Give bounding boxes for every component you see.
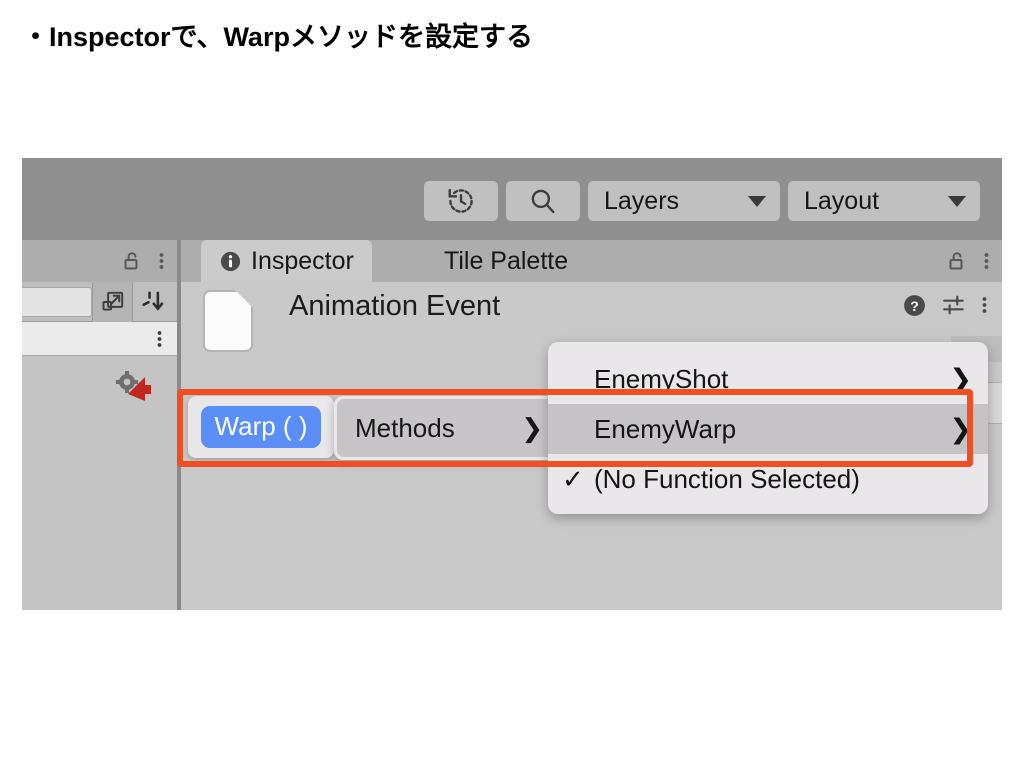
- search-icon: [528, 186, 558, 216]
- function-value-pill[interactable]: Warp ( ): [200, 405, 322, 449]
- left-panel: [22, 240, 177, 610]
- layout-dropdown-label: Layout: [804, 186, 880, 215]
- expand-arrow-icon: [100, 289, 126, 315]
- animation-event-header: Animation Event ?: [181, 282, 1002, 352]
- function-value-popup: Warp ( ): [188, 396, 334, 458]
- left-panel-tabbar: [22, 240, 177, 282]
- left-panel-text-field[interactable]: [22, 286, 92, 317]
- slide-root: ・Inspectorで、Warpメソッドを設定する Layers Layout …: [0, 0, 1024, 768]
- tab-tile-palette-label: Tile Palette: [444, 246, 569, 275]
- check-icon: ✓: [562, 463, 584, 494]
- kebab-menu-icon[interactable]: [983, 249, 990, 273]
- settings-sliders-icon[interactable]: [941, 292, 967, 318]
- menu-item-no-function-selected[interactable]: ✓ (No Function Selected): [548, 454, 988, 504]
- layers-dropdown-label: Layers: [604, 186, 680, 215]
- tab-inspector[interactable]: Inspector: [201, 240, 372, 282]
- layout-dropdown[interactable]: Layout: [788, 181, 980, 221]
- tab-tile-palette[interactable]: Tile Palette: [426, 240, 586, 282]
- chevron-right-icon: ❯: [949, 363, 972, 394]
- left-panel-search-row: [22, 322, 177, 356]
- lock-open-icon[interactable]: [120, 249, 144, 273]
- page-title: ・Inspectorで、Warpメソッドを設定する: [22, 22, 533, 52]
- animation-event-title: Animation Event: [289, 290, 501, 322]
- methods-menu-popup: Methods ❯: [334, 396, 560, 460]
- info-icon: [219, 250, 242, 273]
- inspector-tab-icons: [945, 240, 990, 282]
- document-icon: [203, 290, 253, 352]
- left-panel-content: [22, 356, 177, 610]
- lock-open-icon[interactable]: [945, 249, 969, 273]
- menu-item-enemywarp-label: EnemyWarp: [594, 413, 737, 444]
- menu-item-methods-label: Methods: [355, 412, 455, 443]
- history-icon: [446, 186, 476, 216]
- chevron-down-icon: [748, 195, 766, 207]
- inspector-tabbar: Inspector Tile Palette: [181, 240, 1002, 282]
- kebab-menu-icon[interactable]: [156, 328, 163, 350]
- help-circle-icon[interactable]: ?: [902, 293, 927, 318]
- chevron-down-icon: [948, 195, 966, 207]
- sort-button[interactable]: [132, 281, 172, 322]
- menu-item-enemyshot[interactable]: EnemyShot ❯: [548, 354, 988, 404]
- svg-text:?: ?: [910, 297, 919, 313]
- kebab-menu-icon[interactable]: [981, 293, 988, 317]
- sort-descending-icon: [140, 289, 166, 315]
- animation-event-header-icons: ?: [902, 292, 988, 318]
- editor-toolbar: Layers Layout: [22, 158, 1002, 240]
- tab-inspector-label: Inspector: [251, 246, 354, 275]
- menu-item-enemyshot-label: EnemyShot: [594, 363, 729, 394]
- kebab-menu-icon[interactable]: [158, 249, 165, 273]
- chevron-right-icon: ❯: [949, 413, 972, 444]
- script-asset-icon[interactable]: [114, 368, 154, 402]
- menu-item-no-function-selected-label: (No Function Selected): [594, 463, 860, 494]
- search-button[interactable]: [506, 181, 580, 221]
- menu-item-enemywarp[interactable]: EnemyWarp ❯: [548, 404, 988, 454]
- chevron-right-icon: ❯: [521, 412, 543, 443]
- history-button[interactable]: [424, 181, 498, 221]
- layers-dropdown[interactable]: Layers: [588, 181, 780, 221]
- toolbar-button-group: Layers Layout: [424, 181, 980, 221]
- left-panel-toolbar: [22, 281, 177, 322]
- functions-menu-popup: EnemyShot ❯ EnemyWarp ❯ ✓ (No Function S…: [548, 342, 988, 514]
- menu-item-methods[interactable]: Methods ❯: [337, 399, 557, 457]
- expand-button[interactable]: [92, 281, 132, 322]
